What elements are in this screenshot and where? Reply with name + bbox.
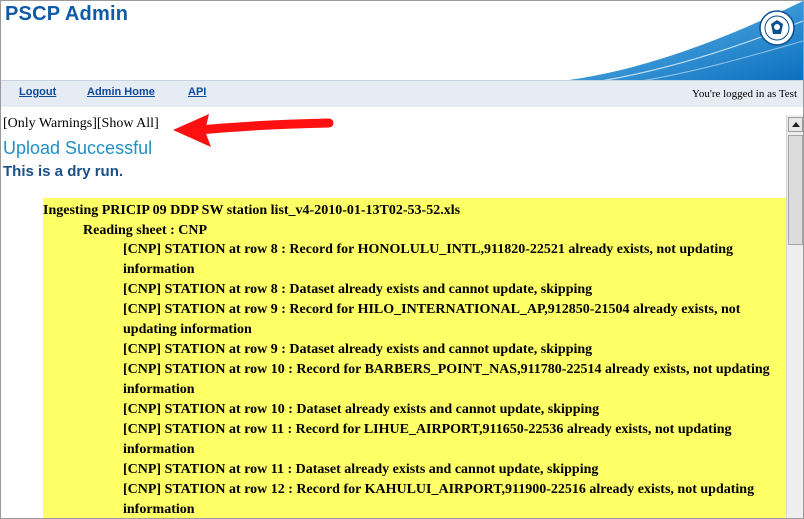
red-annotation-arrow xyxy=(173,114,334,147)
dry-run-notice: This is a dry run. xyxy=(3,163,124,180)
log-line: [CNP] STATION at row 10 : Record for BAR… xyxy=(123,362,770,397)
log-line: [CNP] STATION at row 12 : Record for KAH… xyxy=(123,482,755,517)
nav-bar: Logout Admin Home API You're logged in a… xyxy=(1,80,803,107)
main-content: [Only Warnings][Show All] Upload Success… xyxy=(1,107,786,518)
nav-logout-link[interactable]: Logout xyxy=(19,86,56,98)
log-line: [CNP] STATION at row 9 : Dataset already… xyxy=(123,342,593,357)
ingest-log-title: Ingesting PRICIP 09 DDP SW station list_… xyxy=(43,203,461,218)
log-line: [CNP] STATION at row 11 : Dataset alread… xyxy=(123,462,599,477)
only-warnings-link[interactable]: [Only Warnings] xyxy=(3,116,97,131)
scroll-up-arrow-icon xyxy=(792,122,800,127)
log-line: [CNP] STATION at row 10 : Dataset alread… xyxy=(123,402,600,417)
ingest-sheet-label: Reading sheet : CNP xyxy=(83,223,208,238)
browser-page: PSCP Admin Logout Admin Home API You're … xyxy=(0,0,804,519)
ingest-log-panel: Ingesting PRICIP 09 DDP SW station list_… xyxy=(43,198,786,518)
logged-in-status: You're logged in as Test xyxy=(692,88,797,100)
log-line: [CNP] STATION at row 8 : Dataset already… xyxy=(123,282,593,297)
ingest-log-lines: [CNP] STATION at row 8 : Record for HONO… xyxy=(123,240,778,518)
scrollbar-thumb[interactable] xyxy=(788,135,803,245)
show-all-link[interactable]: [Show All] xyxy=(97,116,159,131)
log-line: [CNP] STATION at row 8 : Record for HONO… xyxy=(123,242,734,277)
page-scrollbar[interactable] xyxy=(786,115,803,518)
agency-seal-icon xyxy=(759,10,795,46)
scroll-up-button[interactable] xyxy=(788,117,803,132)
app-title: PSCP Admin xyxy=(5,3,129,25)
log-line: [CNP] STATION at row 11 : Record for LIH… xyxy=(123,422,732,457)
upload-status-message: Upload Successful xyxy=(3,138,153,158)
nav-admin-home-link[interactable]: Admin Home xyxy=(87,86,155,98)
log-filter-links: [Only Warnings][Show All] xyxy=(3,116,159,132)
log-line: [CNP] STATION at row 9 : Record for HILO… xyxy=(123,302,741,337)
page-header: PSCP Admin xyxy=(1,1,803,81)
nav-api-link[interactable]: API xyxy=(188,86,206,98)
